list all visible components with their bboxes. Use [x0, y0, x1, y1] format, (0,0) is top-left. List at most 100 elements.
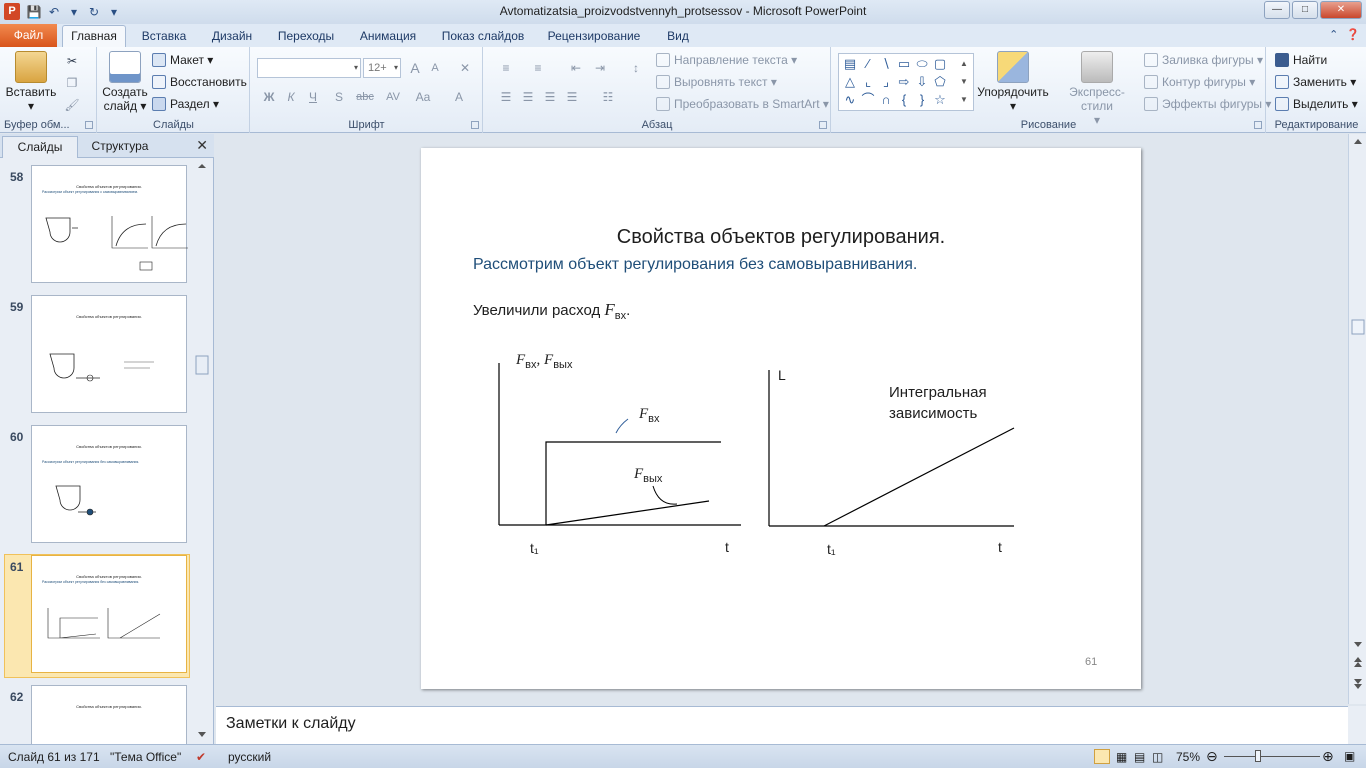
shape-effects-button[interactable]: Эффекты фигуры ▾: [1144, 94, 1271, 114]
tab-slides-panel[interactable]: Слайды: [2, 136, 78, 158]
freeform-shape-icon[interactable]: ∿: [841, 91, 859, 109]
smartart-button[interactable]: Преобразовать в SmartArt ▾: [656, 94, 829, 114]
zoom-in-icon[interactable]: ⊕: [1322, 748, 1334, 765]
tab-view[interactable]: Вид: [660, 28, 696, 47]
tab-insert[interactable]: Вставка: [136, 28, 192, 47]
star-shape-icon[interactable]: ☆: [931, 91, 949, 109]
change-case-button[interactable]: Aa: [411, 87, 435, 107]
section-button[interactable]: Раздел ▾: [152, 94, 219, 114]
zoom-slider-thumb[interactable]: [1255, 750, 1261, 762]
right-brace-shape-icon[interactable]: }: [913, 91, 931, 109]
oval-shape-icon[interactable]: ⬭: [913, 55, 931, 73]
elbow-arrow-icon[interactable]: ⌟: [877, 73, 895, 91]
slide-thumbnail-60[interactable]: Свойства объектов регулирования. Рассмот…: [31, 425, 187, 543]
notes-scrollbar[interactable]: [1348, 706, 1366, 744]
spellcheck-icon[interactable]: ✔: [196, 750, 206, 764]
notes-pane[interactable]: Заметки к слайду: [216, 706, 1348, 744]
shape-outline-button[interactable]: Контур фигуры ▾: [1144, 72, 1255, 92]
tab-review[interactable]: Рецензирование: [542, 28, 646, 47]
align-center-icon[interactable]: ☰: [518, 87, 538, 107]
right-y-label[interactable]: L: [778, 367, 786, 383]
columns-icon[interactable]: ☷: [594, 87, 622, 107]
textbox-shape-icon[interactable]: ▤: [841, 55, 859, 73]
arrange-button[interactable]: Упорядочить ▾: [976, 51, 1050, 113]
right-t1-label[interactable]: t₁: [827, 541, 836, 557]
select-button[interactable]: Выделить ▾: [1275, 94, 1358, 114]
collapse-ribbon-icon[interactable]: ⌃: [1329, 28, 1338, 41]
reset-button[interactable]: Восстановить: [152, 72, 247, 92]
font-color-button[interactable]: A: [449, 87, 469, 107]
drawing-launcher-icon[interactable]: [1254, 121, 1262, 129]
replace-button[interactable]: Заменить ▾: [1275, 72, 1356, 92]
bold-button[interactable]: Ж: [259, 87, 279, 107]
language-indicator[interactable]: русский: [228, 750, 271, 764]
format-painter-icon[interactable]: 🖌: [62, 95, 82, 115]
maximize-button[interactable]: □: [1292, 1, 1318, 19]
slide-count[interactable]: Слайд 61 из 171: [8, 750, 100, 764]
quick-styles-button[interactable]: Экспресс-стили ▾: [1054, 51, 1140, 127]
clipboard-launcher-icon[interactable]: [85, 121, 93, 129]
copy-icon[interactable]: ❐: [62, 73, 82, 93]
gallery-more-icon[interactable]: ▼: [955, 91, 973, 109]
zoom-out-icon[interactable]: ⊖: [1206, 748, 1218, 765]
slide-thumbnail-61[interactable]: Свойства объектов регулирования. Рассмот…: [31, 555, 187, 673]
gallery-up-icon[interactable]: ▲: [955, 55, 973, 73]
slide-sorter-icon[interactable]: ▦: [1116, 750, 1127, 764]
line-shape-icon[interactable]: ∕: [859, 55, 877, 73]
grow-font-icon[interactable]: A: [405, 58, 425, 78]
left-t-label[interactable]: t: [725, 539, 729, 555]
justify-icon[interactable]: ☰: [562, 87, 582, 107]
shadow-button[interactable]: S: [329, 87, 349, 107]
main-vertical-scrollbar[interactable]: [1348, 134, 1366, 704]
font-launcher-icon[interactable]: [471, 121, 479, 129]
help-icon[interactable]: ❓: [1346, 28, 1360, 41]
increase-indent-icon[interactable]: ⇥: [590, 58, 610, 78]
char-spacing-button[interactable]: AV: [381, 87, 405, 107]
normal-view-icon[interactable]: [1094, 749, 1110, 764]
zoom-slider[interactable]: [1224, 756, 1320, 757]
redo-icon[interactable]: ↻: [86, 4, 102, 20]
slide-canvas[interactable]: Свойства объектов регулирования. Рассмот…: [421, 148, 1141, 689]
align-right-icon[interactable]: ☰: [540, 87, 560, 107]
slide-thumbnail-58[interactable]: Свойства объектов регулирования. Рассмот…: [31, 165, 188, 283]
slide-thumbnail-62[interactable]: Свойства объектов регулирования.: [31, 685, 187, 745]
align-text-button[interactable]: Выровнять текст ▾: [656, 72, 777, 92]
left-t1-label[interactable]: t₁: [530, 540, 539, 556]
left-brace-shape-icon[interactable]: {: [895, 91, 913, 109]
tab-transitions[interactable]: Переходы: [272, 28, 340, 47]
arc-shape-icon[interactable]: ∩: [877, 91, 895, 109]
text-direction-button[interactable]: Направление текста ▾: [656, 50, 797, 70]
fout-label[interactable]: Fвых: [634, 466, 662, 485]
fit-to-window-icon[interactable]: ▣: [1344, 749, 1355, 763]
theme-name[interactable]: "Тема Office": [110, 750, 181, 764]
close-panel-icon[interactable]: ✕: [196, 137, 208, 154]
fin-label[interactable]: Fвх: [639, 406, 660, 425]
close-button[interactable]: ✕: [1320, 1, 1362, 19]
strikethrough-button[interactable]: abc: [351, 87, 379, 107]
dropdown-icon[interactable]: ▾: [66, 4, 82, 20]
tab-slideshow[interactable]: Показ слайдов: [436, 28, 530, 47]
tab-file[interactable]: Файл: [0, 24, 57, 47]
pentagon-shape-icon[interactable]: ⬠: [931, 73, 949, 91]
minimize-button[interactable]: —: [1264, 1, 1290, 19]
zoom-level[interactable]: 75%: [1176, 750, 1200, 764]
integral-annotation[interactable]: Интегральная зависимость: [889, 382, 987, 424]
reading-view-icon[interactable]: ▤: [1134, 750, 1145, 764]
right-arrow-shape-icon[interactable]: ⇨: [895, 73, 913, 91]
tab-outline-panel[interactable]: Структура: [82, 136, 158, 158]
font-name-combo[interactable]: ▾: [257, 58, 361, 78]
find-button[interactable]: Найти: [1275, 50, 1327, 70]
tab-design[interactable]: Дизайн: [204, 28, 260, 47]
line-spacing-icon[interactable]: ↕: [622, 58, 650, 78]
bullets-icon[interactable]: ≡: [492, 58, 520, 78]
tab-home[interactable]: Главная: [62, 25, 126, 47]
elbow-connector-icon[interactable]: ⌞: [859, 73, 877, 91]
layout-button[interactable]: Макет ▾: [152, 50, 213, 70]
align-left-icon[interactable]: ☰: [496, 87, 516, 107]
rounded-rect-shape-icon[interactable]: ▢: [931, 55, 949, 73]
italic-button[interactable]: К: [281, 87, 301, 107]
gallery-down-icon[interactable]: ▼: [955, 73, 973, 91]
shrink-font-icon[interactable]: A: [425, 58, 445, 78]
undo-icon[interactable]: ↶: [46, 4, 62, 20]
panel-scrollbar[interactable]: [195, 162, 209, 740]
